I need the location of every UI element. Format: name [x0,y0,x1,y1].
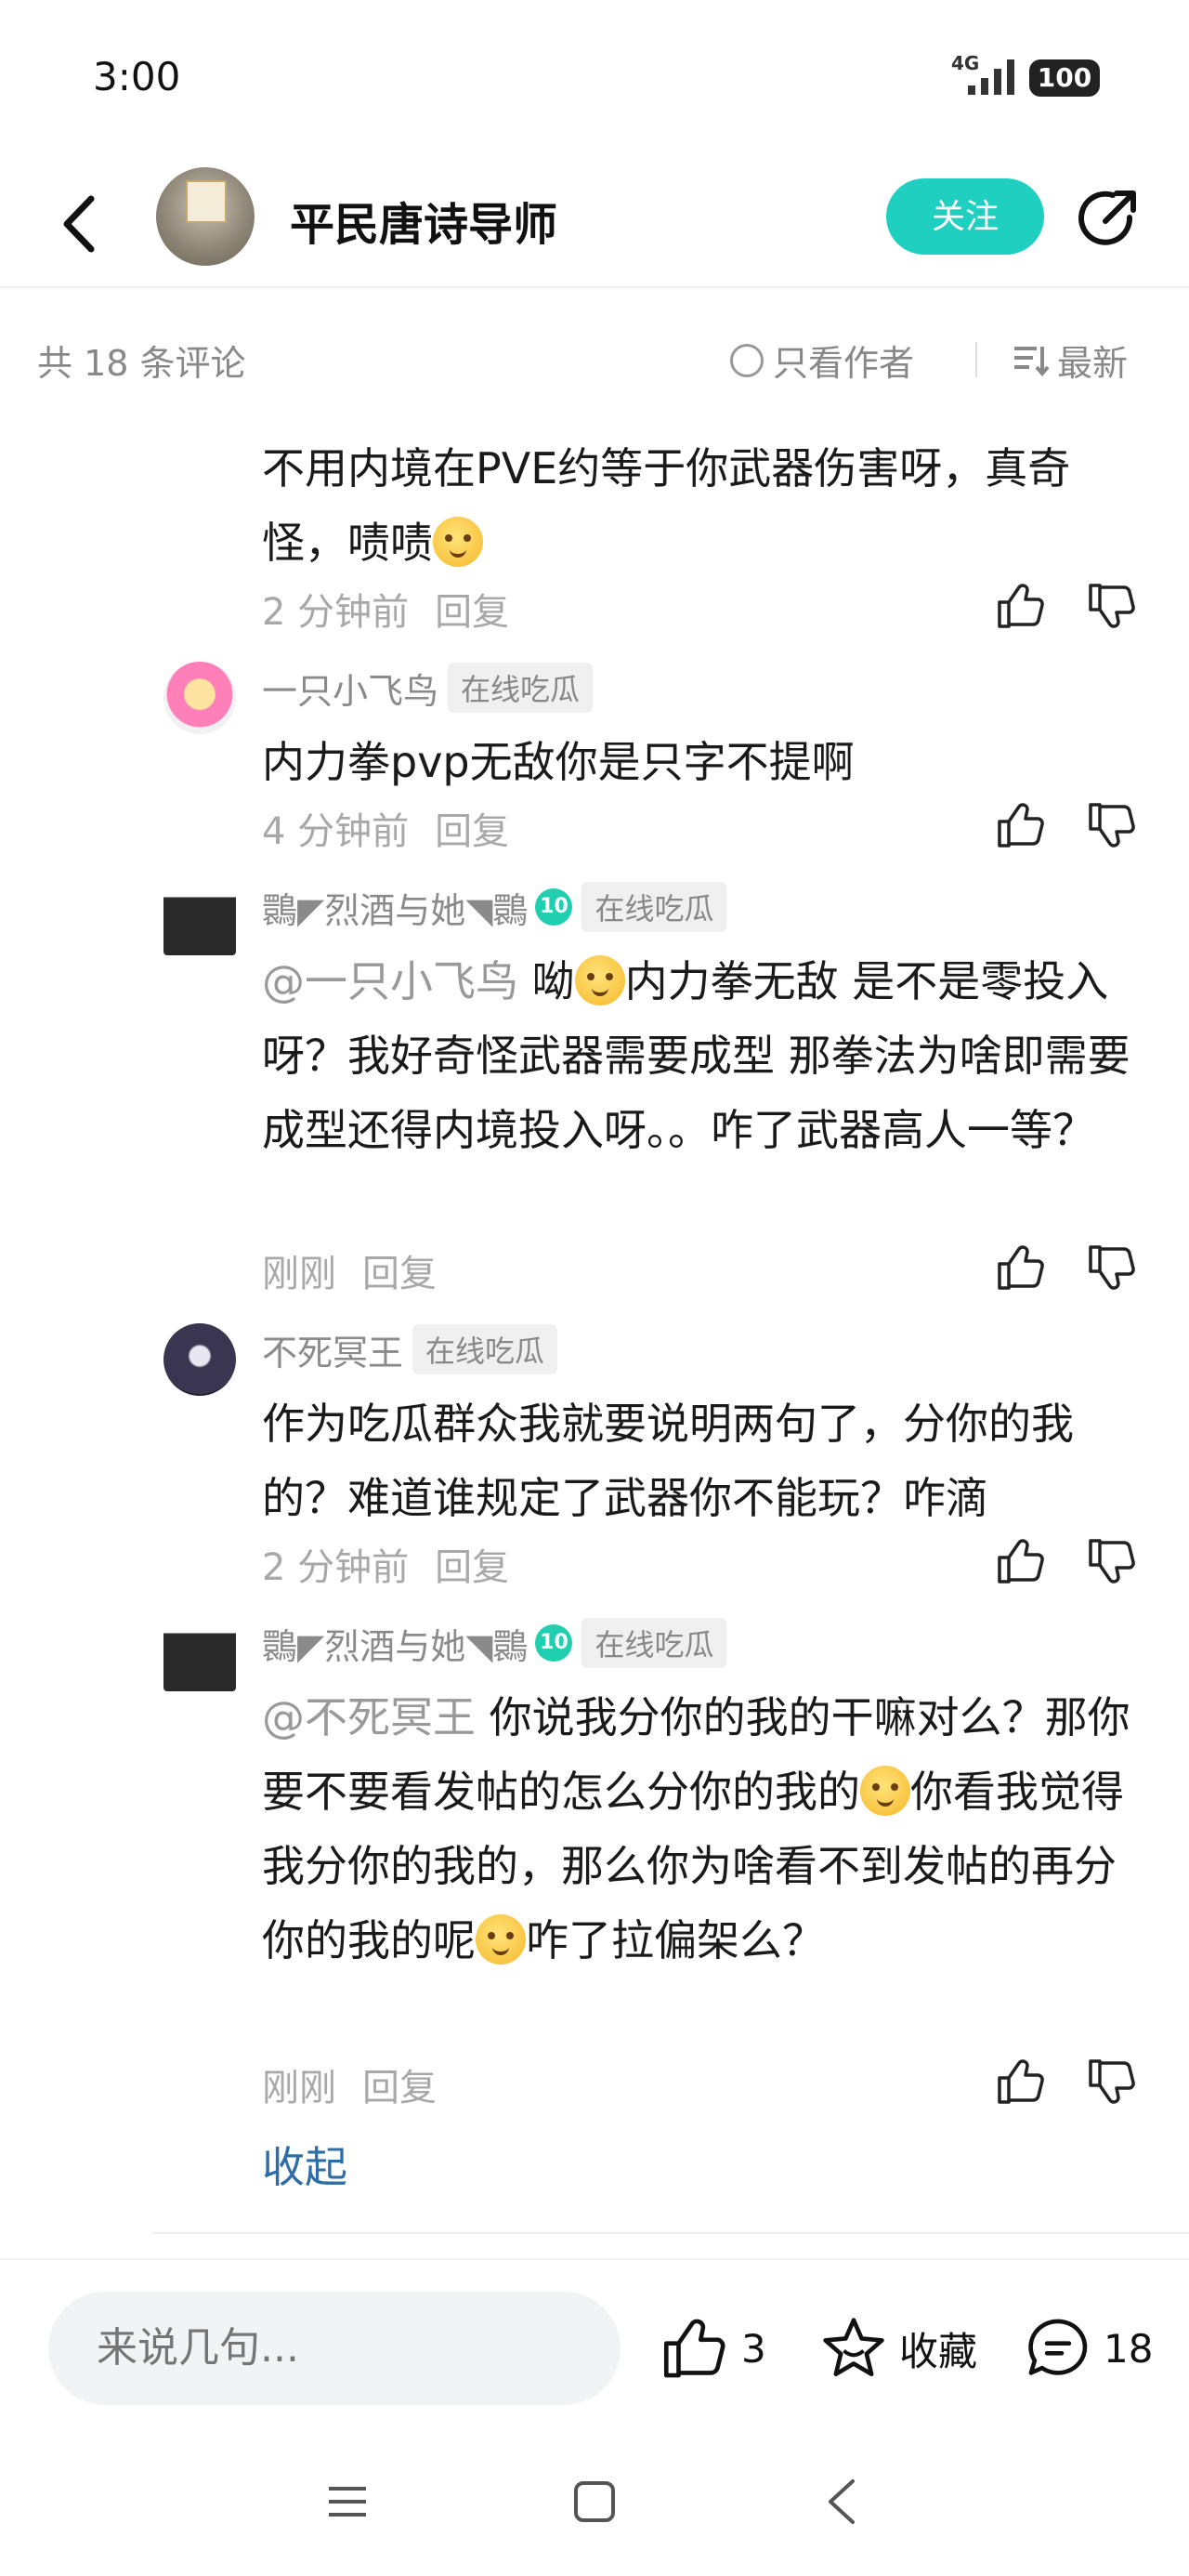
dislike-icon[interactable] [1087,1535,1139,1587]
author-name[interactable]: 平民唐诗导师 [290,188,557,253]
like-icon[interactable] [996,580,1048,632]
comment-text: @不死冥王 你说我分你的我的干嘛对么？那你要不要看发帖的怎么分你的我的 你看我觉得… [262,1692,1130,1965]
system-nav-bar [0,2435,1189,2576]
user-tag: 在线吃瓜 [448,663,594,713]
level-badge: 10 [535,1624,573,1662]
comment-meta: 2 分钟前 回复 [262,1537,509,1591]
nav-back-icon[interactable] [821,2477,862,2526]
dislike-icon[interactable] [1087,1242,1139,1294]
divider [152,2232,1189,2234]
mention-link[interactable]: @一只小飞鸟 [262,956,518,1006]
commenter-row: 一只小飞鸟 在线吃瓜 [262,662,594,714]
commenter-row: 䴉◤烈酒与她◥䴉 10 在线吃瓜 [262,1617,727,1669]
commenter-avatar[interactable] [163,1323,236,1396]
author-avatar[interactable] [156,167,255,266]
share-icon[interactable] [1076,186,1141,251]
dislike-icon[interactable] [1087,580,1139,632]
comment-meta: 刚刚 回复 [262,2057,437,2111]
user-tag: 在线吃瓜 [581,1618,727,1668]
comment-bubble-icon [1028,2319,1088,2375]
smirk-emoji-icon [574,955,625,1005]
sort-button[interactable]: 最新 [1013,335,1128,386]
comment-meta: 刚刚 回复 [262,1243,437,1297]
back-arrow-icon[interactable] [54,191,110,256]
favorite-button[interactable]: 收藏 [819,2314,977,2383]
like-icon[interactable] [996,2056,1048,2108]
like-icon[interactable] [996,799,1048,851]
comment-input[interactable] [48,2292,621,2405]
reply-button[interactable]: 回复 [362,2057,437,2111]
commenter-avatar[interactable] [163,662,236,734]
comment-text: 作为吃瓜群众我就要说明两句了，分你的我的？难道谁规定了武器你不能玩？咋滴 [262,1399,1074,1523]
bottom-action-bar: 3 收藏 18 [0,2258,1189,2435]
comment-meta: 4 分钟前 回复 [262,801,509,855]
comment-text: @一只小飞鸟 呦内力拳无敌 是不是零投入呀？我好奇怪武器需要成型 那拳法为啥即需… [262,955,1130,1155]
comment-time: 刚刚 [262,1253,336,1295]
thumbs-up-icon [663,2319,725,2378]
dislike-icon[interactable] [1087,2056,1139,2108]
smile-emoji-icon [433,517,483,567]
commenter-name[interactable]: 不死冥王 [262,1324,403,1375]
comment-time: 4 分钟前 [262,810,410,853]
like-icon[interactable] [996,1535,1048,1587]
comments-button[interactable]: 18 [1024,2314,1153,2383]
commenter-row: 䴉◤烈酒与她◥䴉 10 在线吃瓜 [262,881,727,933]
comment-time: 刚刚 [262,2067,336,2109]
divider [975,342,977,377]
level-badge: 10 [535,888,573,926]
like-icon[interactable] [996,1242,1048,1294]
reply-button[interactable]: 回复 [435,582,509,636]
signal-icon [968,59,1014,95]
comment-text: 内力拳pvp无敌你是只字不提啊 [262,737,855,787]
status-time: 3:00 [93,54,181,99]
comment-meta: 2 分钟前 回复 [262,582,509,636]
reply-button[interactable]: 回复 [435,801,509,855]
comment-count-badge: 18 [1104,2325,1154,2372]
mention-link[interactable]: @不死冥王 [262,1692,476,1742]
commenter-avatar[interactable] [163,883,236,955]
commenter-name[interactable]: 䴉◤烈酒与她◥䴉 [262,1618,528,1669]
status-bar: 3:00 4G 100 [0,0,1189,158]
follow-button[interactable]: 关注 [886,178,1044,255]
dislike-icon[interactable] [1087,799,1139,851]
user-tag: 在线吃瓜 [581,882,727,932]
post-header: 平民唐诗导师 关注 [0,158,1189,288]
home-square-icon[interactable] [572,2479,617,2524]
commenter-name[interactable]: 䴉◤烈酒与她◥䴉 [262,882,528,933]
sort-icon [1014,346,1050,376]
like-post-button[interactable]: 3 [661,2314,766,2383]
reply-button[interactable]: 回复 [362,1243,437,1297]
comment-count: 共 18 条评论 [37,343,246,384]
user-tag: 在线吃瓜 [412,1324,558,1374]
commenter-avatar[interactable] [163,1619,236,1691]
comment-summary-bar: 共 18 条评论 只看作者 最新 [0,316,1189,400]
reply-button[interactable]: 回复 [435,1537,509,1591]
smile-emoji-icon [860,1766,910,1816]
battery-indicator: 100 [1029,59,1100,97]
collapse-replies-link[interactable]: 收起 [262,2134,347,2195]
only-author-toggle[interactable]: 只看作者 [730,335,914,386]
sort-label: 最新 [1057,343,1129,384]
comment-text: 不用内境在PVE约等于你武器伤害呀，真奇怪，啧啧 [262,443,1071,568]
commenter-name[interactable]: 一只小飞鸟 [262,663,438,714]
star-icon [823,2318,884,2377]
radio-icon [730,343,764,377]
favorite-label: 收藏 [899,2328,978,2374]
only-author-label: 只看作者 [773,343,915,384]
menu-icon[interactable] [327,2481,368,2522]
like-count: 3 [741,2325,766,2372]
smirk-emoji-icon [476,1914,526,1965]
commenter-row: 不死冥王 在线吃瓜 [262,1323,558,1375]
comment-time: 2 分钟前 [262,1546,410,1589]
comment-time: 2 分钟前 [262,591,410,634]
